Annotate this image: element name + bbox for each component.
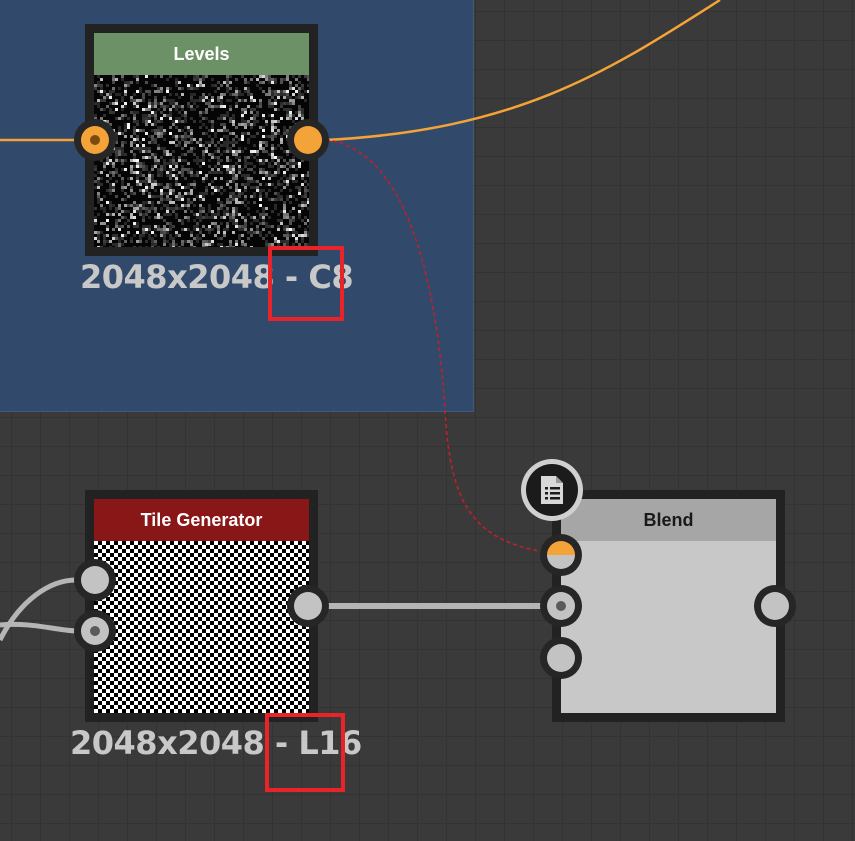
tile-generator-output-port[interactable] bbox=[287, 585, 329, 627]
wire-levels-output bbox=[325, 0, 721, 142]
levels-input-port[interactable] bbox=[74, 119, 116, 161]
blend-output-port[interactable] bbox=[754, 585, 796, 627]
levels-node-title: Levels bbox=[94, 33, 309, 75]
tile-generator-format-highlight bbox=[265, 713, 345, 792]
tile-generator-input-port-2[interactable] bbox=[74, 610, 116, 652]
tile-generator-node-title: Tile Generator bbox=[94, 499, 309, 541]
blend-foreground-input-port[interactable] bbox=[540, 534, 582, 576]
document-list-icon bbox=[541, 476, 563, 504]
blend-background-input-port[interactable] bbox=[540, 585, 582, 627]
levels-node[interactable]: Levels bbox=[85, 24, 318, 256]
blend-node-thumbnail bbox=[561, 541, 776, 713]
levels-node-thumbnail bbox=[94, 75, 310, 249]
dashed-link-levels-to-blend bbox=[325, 139, 546, 553]
tile-generator-node[interactable]: Tile Generator bbox=[85, 490, 318, 722]
levels-format-highlight bbox=[268, 246, 344, 321]
blend-node-title: Blend bbox=[561, 499, 776, 541]
noise-thumbnail bbox=[94, 75, 310, 249]
wire-input-to-tile-b bbox=[0, 621, 77, 634]
blend-node[interactable]: Blend bbox=[552, 490, 785, 722]
blend-doc-badge[interactable] bbox=[521, 459, 583, 521]
blend-mask-input-port[interactable] bbox=[540, 637, 582, 679]
levels-output-port[interactable] bbox=[287, 119, 329, 161]
tile-generator-input-port-1[interactable] bbox=[74, 559, 116, 601]
tile-generator-thumbnail bbox=[94, 541, 309, 713]
